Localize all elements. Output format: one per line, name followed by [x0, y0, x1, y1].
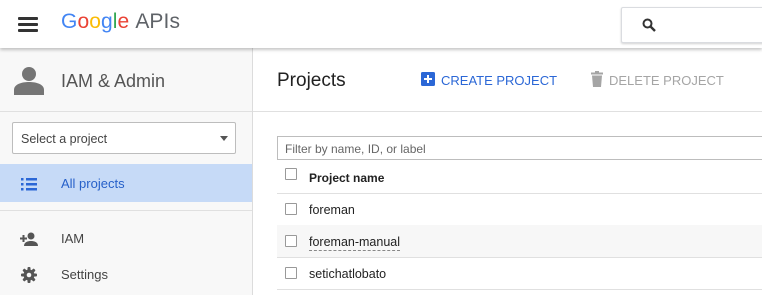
- project-select[interactable]: Select a project: [12, 122, 236, 154]
- project-name-cell[interactable]: foreman-manual: [309, 235, 401, 251]
- table-row[interactable]: foreman: [277, 193, 762, 226]
- page-title: Projects: [277, 70, 346, 91]
- sidebar-title: IAM & Admin: [61, 71, 166, 91]
- logo-letter: e: [117, 10, 130, 33]
- row-checkbox[interactable]: [285, 267, 297, 279]
- filter-input[interactable]: Filter by name, ID, or label: [277, 136, 762, 160]
- sidebar-item-label: IAM: [61, 231, 85, 246]
- google-apis-logo[interactable]: Google APIs: [61, 10, 180, 34]
- menu-icon[interactable]: [18, 15, 38, 33]
- top-app-bar: Google APIs: [0, 0, 762, 48]
- person-add-icon: [20, 232, 38, 246]
- chevron-down-icon: [220, 136, 228, 141]
- logo-letter: g: [101, 10, 113, 33]
- gear-icon: [21, 267, 37, 283]
- create-project-label: CREATE PROJECT: [441, 73, 558, 88]
- sidebar-item-label: Settings: [61, 267, 108, 282]
- sidebar-item-iam[interactable]: IAM: [0, 219, 252, 257]
- project-name-cell[interactable]: setichatlobato: [309, 267, 386, 281]
- sidebar-item-all-projects[interactable]: All projects: [0, 164, 252, 202]
- trash-icon: [591, 71, 603, 87]
- project-name-cell[interactable]: foreman: [309, 203, 355, 217]
- sidebar-item-label: All projects: [61, 176, 125, 191]
- filter-placeholder: Filter by name, ID, or label: [285, 142, 426, 156]
- column-header-project-name[interactable]: Project name: [309, 171, 384, 185]
- logo-letter: o: [89, 10, 101, 33]
- main-header: Projects CREATE PROJECT DELETE PROJECT: [253, 48, 762, 112]
- sidebar-divider: [0, 210, 252, 211]
- project-select-label: Select a project: [21, 132, 108, 146]
- row-checkbox[interactable]: [285, 235, 297, 247]
- search-icon: [642, 18, 656, 32]
- delete-project-label: DELETE PROJECT: [609, 73, 724, 88]
- row-checkbox[interactable]: [285, 203, 297, 215]
- table-row[interactable]: foreman-manual: [277, 225, 762, 258]
- logo-letter: o: [77, 10, 90, 33]
- sidebar-header: IAM & Admin: [0, 48, 252, 112]
- main-content: Projects CREATE PROJECT DELETE PROJECT F…: [253, 48, 762, 295]
- add-box-icon: [421, 72, 435, 86]
- select-all-checkbox[interactable]: [285, 168, 297, 180]
- search-input[interactable]: [621, 7, 762, 43]
- logo-product-name: APIs: [135, 10, 181, 33]
- table-header-row: Project name: [277, 161, 762, 194]
- sidebar: IAM & Admin Select a project All project…: [0, 48, 253, 295]
- person-icon: [14, 67, 44, 95]
- list-icon: [21, 178, 37, 191]
- logo-letter: G: [61, 10, 78, 33]
- sidebar-item-settings[interactable]: Settings: [0, 255, 252, 293]
- table-row[interactable]: setichatlobato: [277, 257, 762, 290]
